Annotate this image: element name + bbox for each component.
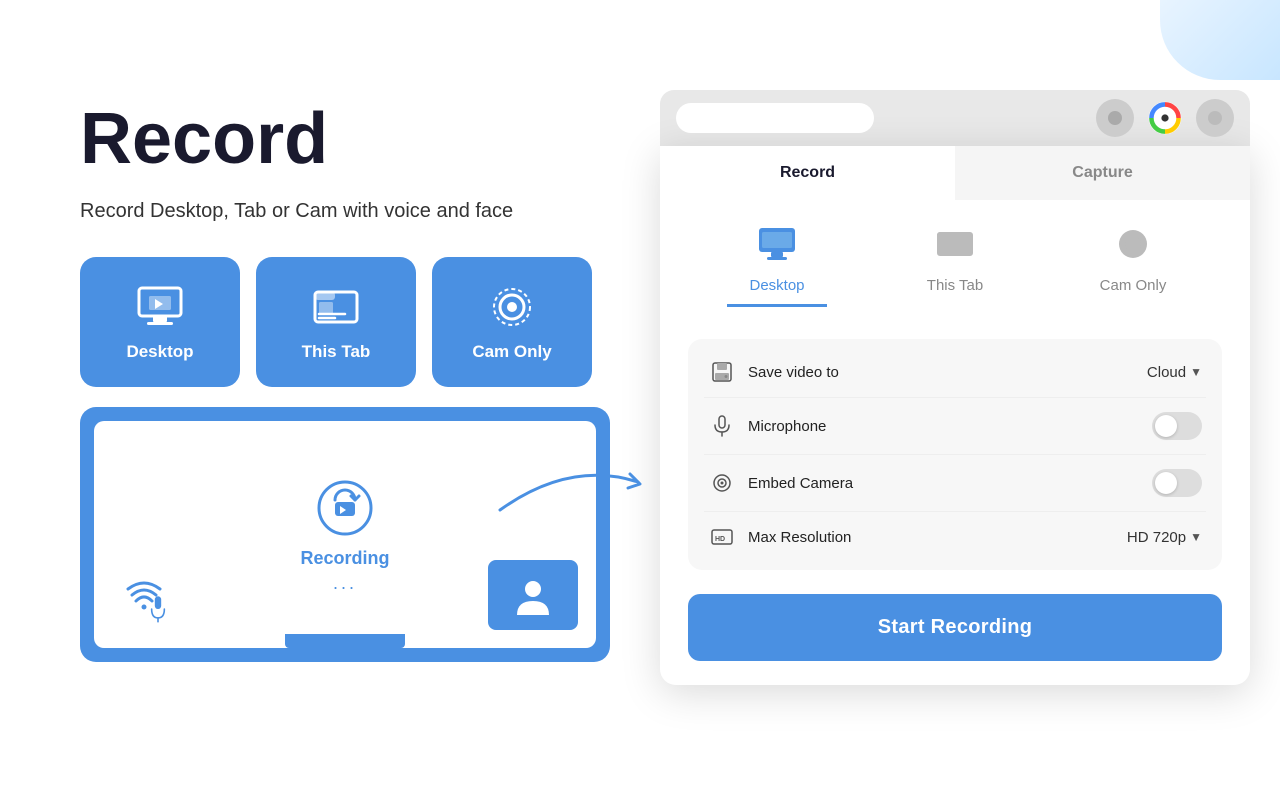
tab-capture[interactable]: Capture: [955, 146, 1250, 200]
avatar-icon: [511, 573, 555, 617]
setting-row-save-video: Save video to Cloud ▼: [704, 347, 1206, 398]
page-title: Record: [80, 100, 640, 179]
mode-tab-desktop[interactable]: Desktop: [727, 224, 827, 307]
setting-row-microphone: Microphone: [704, 398, 1206, 455]
save-video-dropdown-arrow: ▼: [1190, 365, 1202, 379]
preview-avatar: [488, 560, 578, 630]
mode-tabs: Desktop This Tab: [688, 224, 1222, 315]
preview-dots: ...: [333, 573, 357, 594]
mode-tab-cam-only[interactable]: Cam Only: [1083, 224, 1183, 307]
microphone-toggle[interactable]: [1152, 412, 1202, 440]
page-subtitle: Record Desktop, Tab or Cam with voice an…: [80, 197, 640, 225]
save-icon: [708, 361, 736, 383]
desktop-tab-icon: [757, 224, 797, 269]
connector-arrow: [490, 440, 650, 525]
mode-button-cam-only-label: Cam Only: [472, 342, 551, 362]
svg-text:HD: HD: [715, 536, 725, 543]
this-tab-icon: [935, 224, 975, 269]
settings-card: Save video to Cloud ▼ M: [688, 339, 1222, 570]
cam-only-mode-icon: [487, 282, 537, 332]
mode-button-desktop[interactable]: Desktop: [80, 257, 240, 387]
mode-button-desktop-label: Desktop: [126, 342, 193, 362]
browser-icon-1: [1096, 99, 1134, 137]
popup-panel: Record Capture Desktop: [660, 146, 1250, 685]
right-section: Record Capture Desktop: [660, 90, 1250, 790]
mode-buttons-row: Desktop This Tab Cam Only: [80, 257, 640, 387]
mode-button-cam-only[interactable]: Cam Only: [432, 257, 592, 387]
max-resolution-dropdown-arrow: ▼: [1190, 530, 1202, 544]
browser-icon-2: [1196, 99, 1234, 137]
microphone-label: Microphone: [748, 418, 1152, 435]
camera-icon: [708, 472, 736, 494]
preview-record-svg: [313, 476, 377, 540]
browser-search-bar: [676, 103, 874, 133]
preview-record-icon: [313, 476, 377, 540]
mode-button-this-tab-label: This Tab: [302, 342, 371, 362]
setting-row-max-resolution: HD Max Resolution HD 720p ▼: [704, 512, 1206, 562]
mode-tab-this-tab[interactable]: This Tab: [905, 224, 1005, 307]
mode-tab-this-tab-label: This Tab: [927, 277, 983, 294]
desktop-mode-icon: [135, 282, 185, 332]
max-resolution-value[interactable]: HD 720p ▼: [1127, 529, 1202, 546]
mode-button-this-tab[interactable]: This Tab: [256, 257, 416, 387]
tab-record[interactable]: Record: [660, 146, 955, 200]
panel-body: Desktop This Tab: [660, 200, 1250, 685]
embed-camera-label: Embed Camera: [748, 475, 1152, 492]
embed-camera-toggle[interactable]: [1152, 469, 1202, 497]
save-video-label: Save video to: [748, 364, 1147, 381]
mode-tab-desktop-label: Desktop: [749, 277, 804, 294]
mic-icon: [708, 415, 736, 437]
top-decoration: [1160, 0, 1280, 80]
this-tab-mode-icon: [311, 282, 361, 332]
start-recording-button[interactable]: Start Recording: [688, 594, 1222, 661]
cam-only-tab-icon: [1113, 224, 1153, 269]
setting-row-embed-camera: Embed Camera: [704, 455, 1206, 512]
mode-tab-cam-only-label: Cam Only: [1100, 277, 1167, 294]
tab-bar: Record Capture: [660, 146, 1250, 200]
browser-bar: [660, 90, 1250, 146]
left-section: Record Record Desktop, Tab or Cam with v…: [80, 100, 640, 662]
preview-mic-icon: [144, 595, 172, 628]
app-icon: [1146, 99, 1184, 137]
max-resolution-label: Max Resolution: [748, 529, 1127, 546]
hd-icon: HD: [708, 526, 736, 548]
save-video-value[interactable]: Cloud ▼: [1147, 364, 1202, 381]
preview-recording-text: Recording: [300, 548, 389, 569]
